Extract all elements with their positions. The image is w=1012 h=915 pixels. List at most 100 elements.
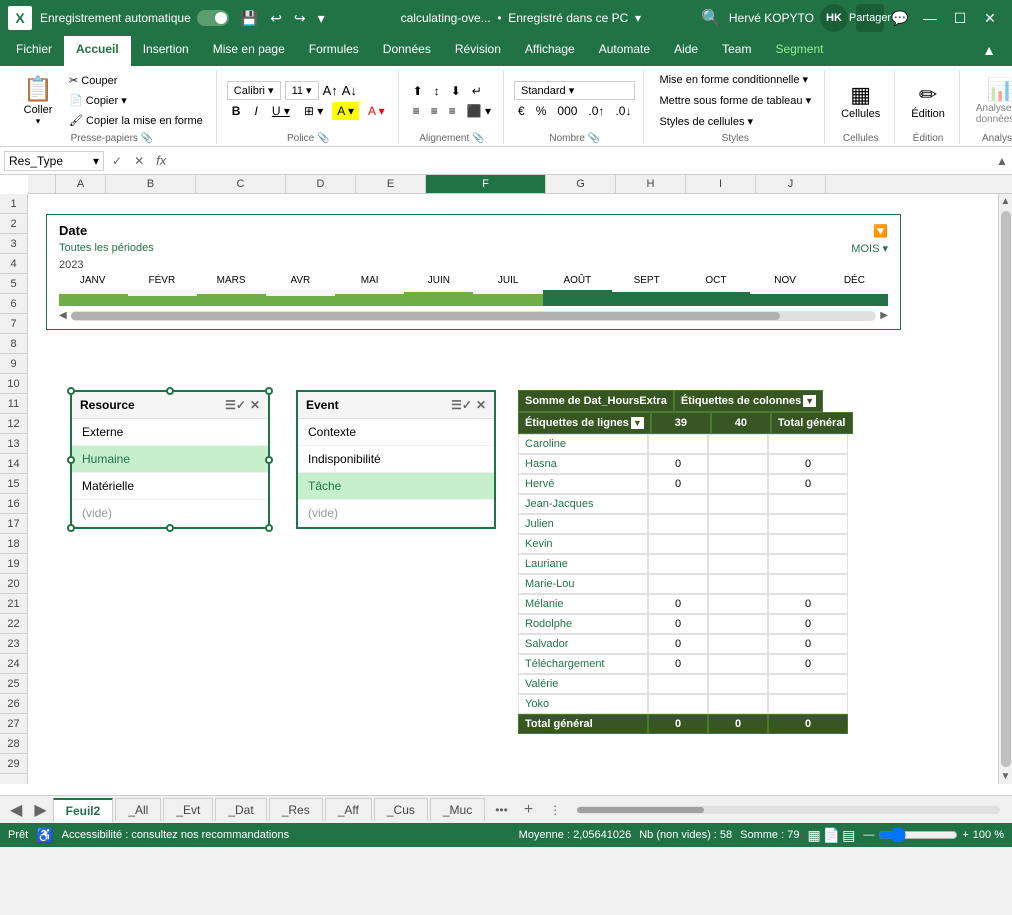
bar-apr[interactable] xyxy=(266,296,335,306)
col-header-H[interactable]: H xyxy=(616,175,686,193)
bar-jul[interactable] xyxy=(473,294,542,306)
tab-formules[interactable]: Formules xyxy=(297,36,371,66)
comments-button[interactable]: 💬 xyxy=(886,4,914,32)
scroll-right-arrow[interactable]: ▶ xyxy=(880,310,888,321)
resource-slicer-multiselect-icon[interactable]: ☰✓ xyxy=(225,398,246,412)
close-button[interactable]: ✕ xyxy=(976,4,1004,32)
decimal-increase-button[interactable]: .0↑ xyxy=(584,102,608,120)
save-button[interactable]: 💾 xyxy=(237,8,262,29)
bar-sep[interactable] xyxy=(612,292,681,306)
zoom-in-button[interactable]: + xyxy=(962,829,968,841)
col-header-B[interactable]: B xyxy=(106,175,196,193)
tab-donnees[interactable]: Données xyxy=(371,36,443,66)
resource-slicer-clear-icon[interactable]: ✕ xyxy=(250,398,260,412)
name-box[interactable]: Res_Type ▾ xyxy=(4,151,104,171)
align-top-button[interactable]: ⬆ xyxy=(409,82,427,100)
tab-aide[interactable]: Aide xyxy=(662,36,710,66)
tab-accueil[interactable]: Accueil xyxy=(64,36,131,66)
align-middle-button[interactable]: ↕ xyxy=(430,82,444,100)
copier-format-button[interactable]: 🖌 Copier la mise en forme xyxy=(64,111,208,130)
styles-cellules-button[interactable]: Styles de cellules ▾ xyxy=(654,112,816,131)
resource-slicer-item-externe[interactable]: Externe xyxy=(72,419,268,446)
couper-button[interactable]: ✂ Couper xyxy=(64,71,208,90)
page-layout-button[interactable]: 📄 xyxy=(823,827,840,844)
scroll-left-arrow[interactable]: ◀ xyxy=(59,310,67,321)
auto-save-toggle[interactable] xyxy=(197,10,229,26)
horizontal-scrollbar[interactable] xyxy=(577,806,1000,814)
tab-mise-en-page[interactable]: Mise en page xyxy=(201,36,297,66)
font-decrease-button[interactable]: A↓ xyxy=(342,83,357,98)
italic-button[interactable]: I xyxy=(249,102,262,120)
handle-mr[interactable] xyxy=(265,456,273,464)
bar-nov[interactable] xyxy=(750,294,819,306)
tab-muc[interactable]: _Muc xyxy=(430,798,485,821)
align-bottom-button[interactable]: ⬇ xyxy=(447,82,465,100)
tab-evt[interactable]: _Evt xyxy=(163,798,213,821)
col-header-I[interactable]: I xyxy=(686,175,756,193)
coller-button[interactable]: 📋 Coller ▾ xyxy=(16,71,60,131)
function-check-button[interactable]: ✓ xyxy=(108,154,126,168)
tab-segment[interactable]: Segment xyxy=(763,36,835,66)
event-slicer-item-tache[interactable]: Tâche xyxy=(298,473,494,500)
bar-jan[interactable] xyxy=(59,294,128,306)
font-name-input[interactable]: Calibri ▾ xyxy=(227,81,281,100)
tab-team[interactable]: Team xyxy=(710,36,763,66)
vertical-scrollbar[interactable]: ▲ ▼ xyxy=(998,194,1012,784)
tab-cus[interactable]: _Cus xyxy=(374,798,428,821)
font-color-button[interactable]: A ▾ xyxy=(363,102,390,120)
col-header-A[interactable]: A xyxy=(56,175,106,193)
merge-button[interactable]: ⬛ ▾ xyxy=(463,102,495,120)
formula-input[interactable] xyxy=(174,154,992,168)
sheet-nav-left[interactable]: ◀ xyxy=(4,798,28,822)
tab-feuil2[interactable]: Feuil2 xyxy=(53,798,114,822)
pivot-row-header-label[interactable]: Étiquettes de lignes ▼ xyxy=(518,412,651,434)
currency-button[interactable]: € xyxy=(514,102,529,120)
handle-bl[interactable] xyxy=(67,524,75,532)
zoom-out-button[interactable]: — xyxy=(863,829,874,841)
pivot-col-header-label[interactable]: Étiquettes de colonnes ▼ xyxy=(674,390,823,412)
date-all-periods[interactable]: Toutes les périodes xyxy=(59,242,154,255)
align-center-button[interactable]: ≡ xyxy=(427,102,442,120)
bar-may[interactable] xyxy=(335,294,404,306)
edition-button[interactable]: ✏ Édition xyxy=(905,78,951,124)
bar-feb[interactable] xyxy=(128,296,197,306)
handle-ml[interactable] xyxy=(67,456,75,464)
handle-tl[interactable] xyxy=(67,387,75,395)
thousands-button[interactable]: 000 xyxy=(553,102,581,120)
maximize-button[interactable]: ☐ xyxy=(946,4,974,32)
bar-oct[interactable] xyxy=(681,292,750,306)
col-header-J[interactable]: J xyxy=(756,175,826,193)
font-increase-button[interactable]: A↑ xyxy=(323,83,338,98)
function-cancel-button[interactable]: ✕ xyxy=(130,154,148,168)
sheet-options-button[interactable]: ⋮ xyxy=(541,799,569,821)
wrap-text-button[interactable]: ↵ xyxy=(468,82,486,100)
tab-dat[interactable]: _Dat xyxy=(215,798,266,821)
undo-button[interactable]: ↩ xyxy=(266,8,286,29)
scroll-down-button[interactable]: ▼ xyxy=(999,769,1012,784)
tab-revision[interactable]: Révision xyxy=(443,36,513,66)
resource-slicer-item-materielle[interactable]: Matérielle xyxy=(72,473,268,500)
date-scrollbar-thumb[interactable] xyxy=(71,312,780,320)
mettre-forme-tableau-button[interactable]: Mettre sous forme de tableau ▾ xyxy=(654,91,816,110)
tab-res[interactable]: _Res xyxy=(269,798,323,821)
mise-forme-conditionnelle-button[interactable]: Mise en forme conditionnelle ▾ xyxy=(654,70,816,89)
handle-tm[interactable] xyxy=(166,387,174,395)
font-size-input[interactable]: 11 ▾ xyxy=(285,81,319,100)
user-avatar[interactable]: HK xyxy=(820,4,848,32)
analyse-donnees-button[interactable]: 📊 Analyse dedonnées xyxy=(970,73,1012,129)
tab-all[interactable]: _All xyxy=(115,798,161,821)
percent-button[interactable]: % xyxy=(532,102,551,120)
tab-fichier[interactable]: Fichier xyxy=(4,36,64,66)
tab-affichage[interactable]: Affichage xyxy=(513,36,587,66)
formula-expand-button[interactable]: ▲ xyxy=(996,154,1008,168)
border-button[interactable]: ⊞ ▾ xyxy=(299,102,328,120)
copier-button[interactable]: 📄 Copier ▾ xyxy=(64,91,208,110)
search-button[interactable]: 🔍 xyxy=(701,8,721,28)
col-header-G[interactable]: G xyxy=(546,175,616,193)
share-button[interactable]: Partager xyxy=(856,4,884,32)
h-scroll-thumb[interactable] xyxy=(577,807,704,813)
align-right-button[interactable]: ≡ xyxy=(445,102,460,120)
bar-aug[interactable] xyxy=(543,290,612,306)
handle-bm[interactable] xyxy=(166,524,174,532)
more-quick-access[interactable]: ▾ xyxy=(314,8,329,29)
